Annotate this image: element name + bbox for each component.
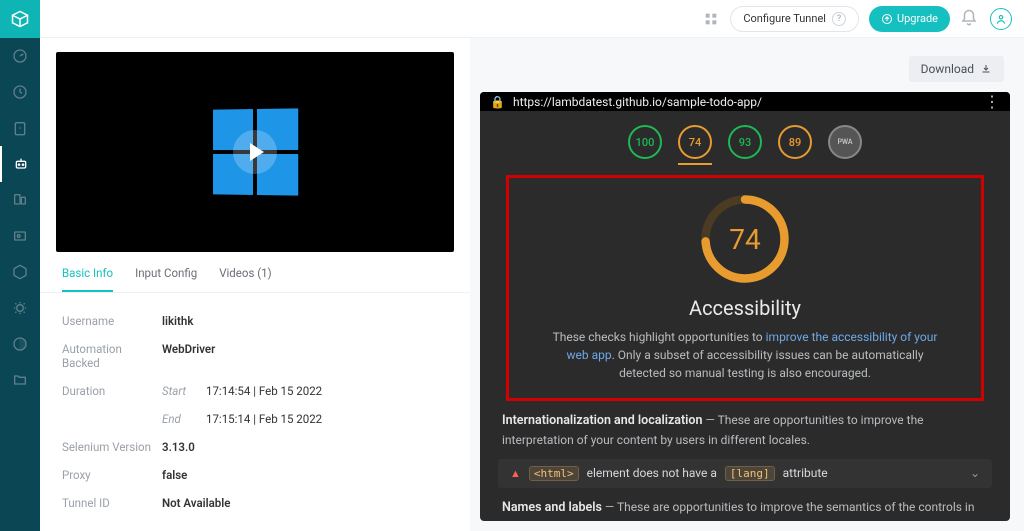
automation-label: Automation Backed [62, 342, 162, 370]
info-tabs: Basic Info Input Config Videos (1) [40, 260, 470, 293]
gauge-title: Accessibility [549, 296, 941, 320]
report-urlbar: 🔒 https://lambdatest.github.io/sample-to… [480, 92, 1010, 111]
end-value: 17:15:14 | Feb 15 2022 [206, 412, 322, 426]
profile-avatar[interactable] [990, 8, 1012, 30]
upgrade-button[interactable]: Upgrade [869, 6, 950, 32]
username-label: Username [62, 314, 162, 328]
i18n-title: Internationalization and localization [502, 413, 702, 428]
tab-input-config[interactable]: Input Config [135, 266, 197, 292]
i18n-section: Internationalization and localization — … [480, 407, 1010, 453]
grid-apps-icon[interactable] [702, 10, 720, 28]
score-seo[interactable]: 89 [778, 125, 812, 159]
sidebar-builds[interactable] [0, 254, 40, 290]
report-url: https://lambdatest.github.io/sample-todo… [513, 95, 762, 109]
details-panel: Basic Info Input Config Videos (1) Usern… [40, 38, 470, 531]
score-pwa[interactable]: PWA [828, 125, 862, 159]
help-icon: ? [832, 12, 846, 26]
names-title: Names and labels [502, 500, 602, 515]
lighthouse-report: 🔒 https://lambdatest.github.io/sample-to… [480, 92, 1010, 521]
selenium-value: 3.13.0 [162, 440, 195, 454]
download-label: Download [921, 62, 974, 76]
score-best-practices[interactable]: 93 [728, 125, 762, 159]
automation-value: WebDriver [162, 342, 215, 370]
video-preview[interactable] [56, 52, 454, 252]
tunnel-label: Tunnel ID [62, 496, 162, 510]
warning-icon: ▲ [510, 467, 521, 480]
score-accessibility[interactable]: 74 [678, 125, 712, 159]
sidebar-analytics[interactable] [0, 326, 40, 362]
proxy-label: Proxy [62, 468, 162, 482]
score-performance[interactable]: 100 [628, 125, 662, 159]
tab-basic-info[interactable]: Basic Info [62, 266, 113, 292]
gauge-value: 74 [698, 192, 792, 286]
selenium-label: Selenium Version [62, 440, 162, 454]
start-label: Start [162, 384, 206, 398]
accessibility-highlight-box: 74 Accessibility These checks highlight … [506, 175, 984, 401]
sidebar-dashboard[interactable] [0, 38, 40, 74]
sidebar-realtime[interactable] [0, 110, 40, 146]
brand-logo[interactable] [0, 0, 40, 38]
upgrade-label: Upgrade [897, 12, 938, 25]
code-html-tag: <html> [529, 466, 579, 481]
sidebar-files[interactable] [0, 362, 40, 398]
score-summary-row: 100 74 93 89 PWA [480, 111, 1010, 167]
gauge-description: These checks highlight opportunities to … [549, 328, 941, 382]
notifications-icon[interactable] [960, 9, 980, 29]
download-button[interactable]: Download [909, 56, 1004, 82]
lock-icon: 🔒 [490, 95, 505, 109]
end-label: End [162, 412, 206, 426]
names-labels-section: Names and labels — These are opportuniti… [480, 494, 1010, 521]
tunnel-value: Not Available [162, 496, 230, 510]
accessibility-gauge: 74 [698, 192, 792, 286]
download-icon [980, 63, 992, 75]
chevron-down-icon: ⌄ [970, 466, 980, 480]
basic-info-table: Usernamelikithk Automation BackedWebDriv… [40, 293, 470, 531]
main: Basic Info Input Config Videos (1) Usern… [40, 0, 1024, 531]
sidebar [0, 0, 40, 531]
report-panel: Download 🔒 https://lambdatest.github.io/… [470, 38, 1024, 531]
sidebar-history[interactable] [0, 74, 40, 110]
tab-videos[interactable]: Videos (1) [219, 266, 271, 292]
kebab-menu-icon[interactable]: ⋮ [984, 92, 1000, 111]
sidebar-devices[interactable] [0, 182, 40, 218]
username-value: likithk [162, 314, 193, 328]
top-header: Configure Tunnel ? Upgrade [40, 0, 1024, 38]
sidebar-issues[interactable] [0, 290, 40, 326]
duration-label: Duration [62, 384, 162, 398]
code-lang-attr: [lang] [725, 466, 775, 481]
configure-tunnel-button[interactable]: Configure Tunnel ? [730, 6, 859, 32]
proxy-value: false [162, 468, 187, 482]
audit-html-lang[interactable]: ▲ <html> element does not have a [lang] … [498, 459, 992, 488]
play-icon[interactable] [233, 130, 277, 174]
sidebar-automation[interactable] [0, 146, 40, 182]
start-value: 17:14:54 | Feb 15 2022 [206, 384, 322, 398]
configure-tunnel-label: Configure Tunnel [743, 12, 826, 25]
sidebar-visual[interactable] [0, 218, 40, 254]
